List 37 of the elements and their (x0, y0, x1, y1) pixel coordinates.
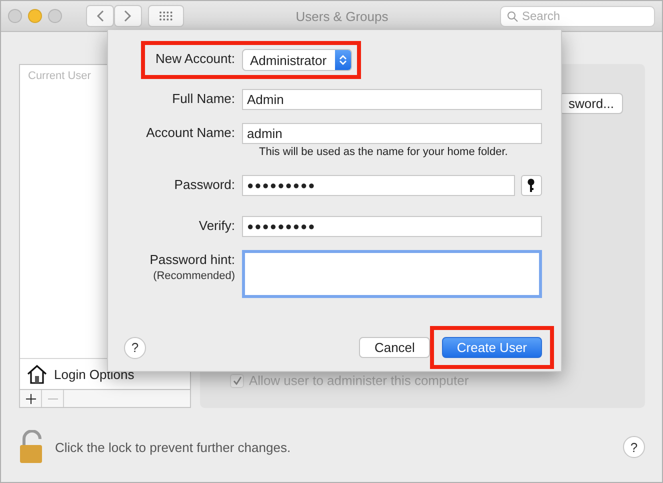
grid-button[interactable] (148, 5, 184, 27)
password-field[interactable]: ●●●●●●●●● (242, 175, 515, 196)
field-label: Full Name: (172, 90, 235, 108)
forward-icon (124, 10, 132, 22)
field-label: New Account: (156, 50, 235, 68)
text-field[interactable]: admin (242, 123, 542, 144)
house-icon (26, 364, 48, 384)
change-password-button[interactable]: sword... (559, 93, 623, 114)
lock-message: Click the lock to prevent further changes. (55, 440, 292, 454)
forward-button[interactable] (114, 5, 142, 27)
window-title: Users & Groups (294, 8, 390, 24)
field-sublabel: (Recommended) (153, 270, 235, 282)
search-icon (507, 10, 518, 22)
field-label: Password: (174, 176, 235, 194)
stepper-icon (338, 54, 347, 66)
text-field[interactable]: ●●●●●●●●● (242, 216, 542, 237)
create-user-button[interactable]: Create User (442, 337, 542, 358)
field-label: Verify: (198, 217, 235, 235)
text-field[interactable]: Admin (242, 89, 542, 110)
back-icon (96, 10, 104, 22)
help-button[interactable]: ? (623, 436, 645, 458)
list-header: Current User (27, 69, 92, 84)
field-note: This will be used as the name for your home folder. (258, 146, 509, 158)
cancel-button[interactable]: Cancel (359, 337, 430, 358)
plus-icon (26, 394, 36, 404)
account-type-popup[interactable]: Administrator (242, 49, 352, 71)
help-button[interactable]: ? (124, 336, 146, 358)
key-button[interactable] (520, 175, 542, 196)
hint-field[interactable] (242, 250, 542, 298)
key-icon (527, 178, 536, 193)
lock-icon[interactable] (19, 430, 45, 464)
field-label: Account Name: (146, 124, 235, 142)
back-button[interactable] (86, 5, 114, 27)
grid-icon (159, 11, 173, 21)
minimize-button[interactable] (28, 9, 42, 23)
field-label: Password hint: (150, 251, 235, 269)
checkmark-icon (232, 376, 242, 385)
